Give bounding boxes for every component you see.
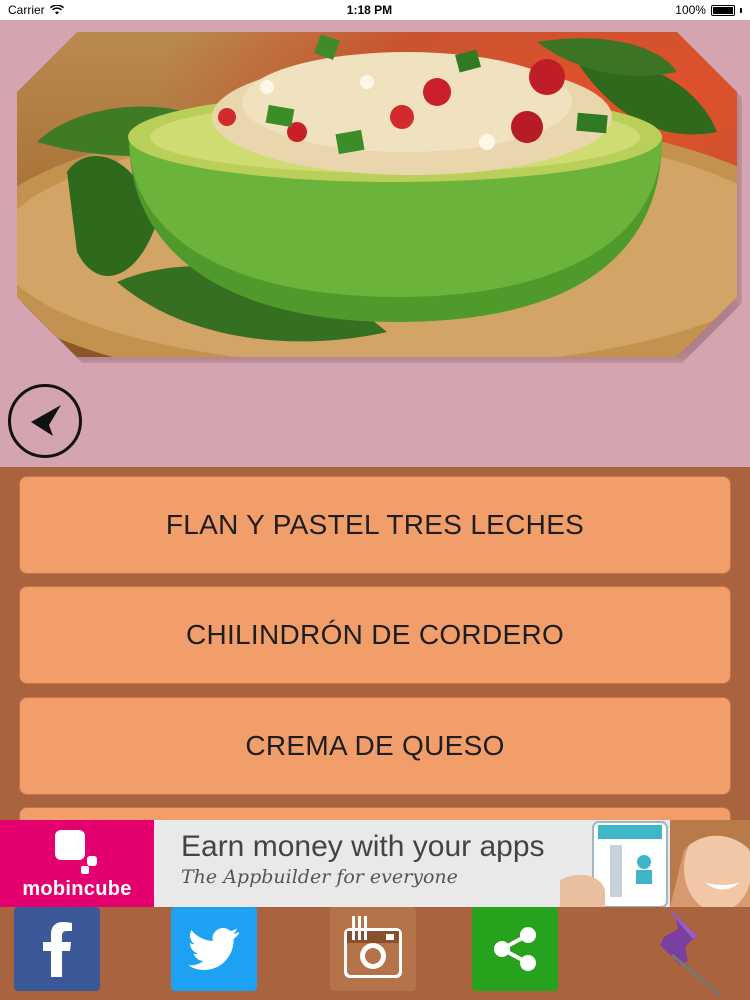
ad-subline: The Appbuilder for everyone xyxy=(181,866,458,888)
facebook-icon xyxy=(43,922,72,977)
instagram-button[interactable] xyxy=(330,907,416,991)
share-icon xyxy=(494,927,536,971)
instagram-icon xyxy=(344,916,402,978)
battery-tip xyxy=(739,7,742,13)
mobincube-logo-icon xyxy=(55,830,97,874)
menu-item-label: CHILINDRÓN DE CORDERO xyxy=(185,619,565,650)
share-bar xyxy=(0,907,750,1000)
carrier-label: Carrier xyxy=(8,3,45,17)
status-right: 100% xyxy=(675,3,742,17)
ad-headline: Earn money with your apps xyxy=(181,830,545,863)
menu-item-flan-pastel-tres-leches[interactable]: FLAN Y PASTEL TRES LECHES xyxy=(19,476,731,574)
clock: 1:18 PM xyxy=(346,3,393,17)
menu-item-chilindron-de-cordero[interactable]: CHILINDRÓN DE CORDERO xyxy=(19,586,731,684)
status-left: Carrier xyxy=(8,3,64,17)
ad-text: Earn money with your apps The Appbuilder… xyxy=(181,830,545,888)
recipe-list: FLAN Y PASTEL TRES LECHES CHILINDRÓN DE … xyxy=(0,467,750,820)
ad-promo-image xyxy=(560,820,750,907)
menu-item-label: FLAN Y PASTEL TRES LECHES xyxy=(165,509,585,540)
hero-illustration xyxy=(17,34,737,357)
facebook-button[interactable] xyxy=(14,907,100,991)
battery-icon xyxy=(710,4,735,16)
status-bar: Carrier 1:18 PM 100% xyxy=(0,0,750,20)
stuffed-avocado-photo xyxy=(17,32,737,357)
twitter-icon xyxy=(188,928,239,970)
menu-item-crema-de-queso[interactable]: CREMA DE QUESO xyxy=(19,697,731,795)
header-area xyxy=(0,20,750,467)
ad-brand-label: mobincube xyxy=(22,878,132,900)
twitter-button[interactable] xyxy=(171,907,257,991)
back-arrow-icon xyxy=(31,405,61,436)
share-button[interactable] xyxy=(472,907,558,991)
pushpin-icon xyxy=(660,909,721,997)
menu-item-partial[interactable] xyxy=(19,807,731,820)
battery-percent: 100% xyxy=(675,3,706,17)
pin-button[interactable] xyxy=(640,907,730,997)
mobincube-logo: mobincube xyxy=(0,820,154,907)
wifi-icon xyxy=(49,5,64,15)
menu-item-label: CREMA DE QUESO xyxy=(245,730,505,761)
ad-banner[interactable]: mobincube Earn money with your apps The … xyxy=(0,820,750,907)
back-button[interactable] xyxy=(8,384,82,458)
